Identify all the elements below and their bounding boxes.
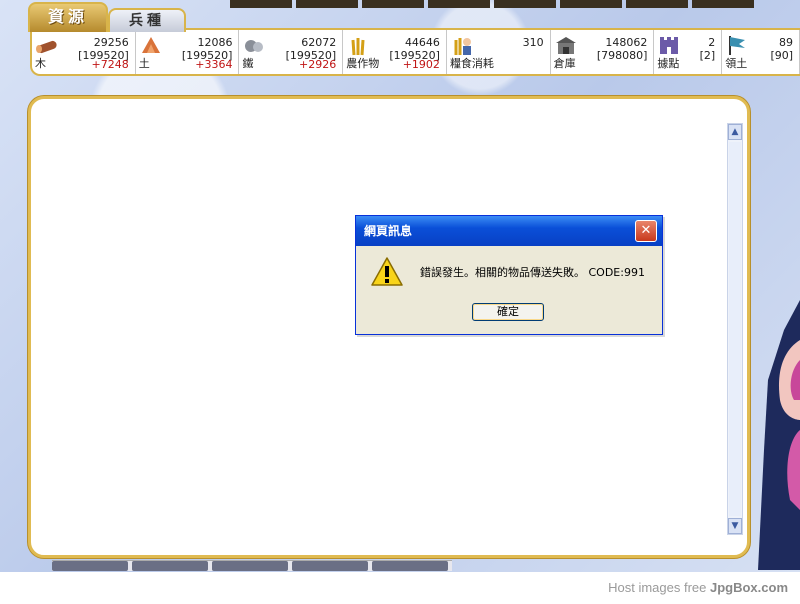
nav-item[interactable] <box>230 0 292 8</box>
resource-4: 糧食消耗 310 <box>447 30 551 74</box>
stronghold-icon <box>657 34 681 56</box>
nav-item[interactable] <box>428 0 490 8</box>
scroll-down-icon[interactable]: ▼ <box>728 518 742 534</box>
iron-icon <box>242 34 266 56</box>
resource-6: 據點 2 [2] <box>654 30 723 74</box>
warning-icon <box>371 257 403 286</box>
resource-name: 土 <box>138 57 150 70</box>
territory-flag-icon <box>725 34 749 56</box>
host-credit[interactable]: Host images free JpgBox.com <box>608 580 788 595</box>
dialog-title: 網頁訊息 <box>356 216 662 246</box>
resource-rate: +1902 <box>402 58 440 71</box>
wood-icon <box>35 34 59 56</box>
resource-amount: 12086 <box>197 36 233 49</box>
bottom-tab[interactable] <box>132 561 208 571</box>
nav-item[interactable] <box>692 0 754 8</box>
resource-amount: 44646 <box>404 36 440 49</box>
nav-item[interactable] <box>494 0 556 8</box>
resource-amount: 89 <box>779 36 794 49</box>
resource-name: 據點 <box>657 57 680 70</box>
tab-troops[interactable]: 兵種 <box>108 8 186 32</box>
tab-resources[interactable]: 資源 <box>28 2 108 32</box>
resource-name: 領土 <box>725 57 748 70</box>
grain-consumption-icon <box>450 34 474 56</box>
resource-0: 木 29256 [199520] +7248 <box>32 30 136 74</box>
scroll-thumb[interactable] <box>729 142 741 516</box>
bottom-tab[interactable] <box>212 561 288 571</box>
resource-3: 農作物 44646 [199520] +1902 <box>343 30 447 74</box>
warehouse-icon <box>554 34 578 56</box>
message-dialog: 網頁訊息 ✕ 錯誤發生。相關的物品傳送失敗。 CODE:991 確定 <box>355 215 663 335</box>
footer: Host images free JpgBox.com <box>0 572 800 604</box>
crop-icon <box>346 34 370 56</box>
resource-2: 鐵 62072 [199520] +2926 <box>239 30 344 74</box>
resource-rate: +2926 <box>298 58 337 71</box>
bottom-tab[interactable] <box>372 561 448 571</box>
resource-amount: 2 <box>708 36 716 49</box>
top-navigation <box>230 0 800 8</box>
resource-capacity: [90] <box>770 49 794 62</box>
resource-name: 農作物 <box>346 57 380 70</box>
resource-name: 糧食消耗 <box>449 57 494 70</box>
earth-icon <box>139 34 163 56</box>
resource-rate: +3364 <box>195 58 233 71</box>
bottom-tab[interactable] <box>292 561 368 571</box>
character-artwork <box>754 300 800 570</box>
nav-item[interactable] <box>560 0 622 8</box>
resource-amount: 29256 <box>93 36 129 49</box>
close-icon[interactable]: ✕ <box>635 220 657 242</box>
resource-1: 土 12086 [199520] +3364 <box>136 30 240 74</box>
resource-name: 倉庫 <box>553 57 576 70</box>
credit-prefix: Host images free <box>608 580 710 595</box>
resource-5: 倉庫 148062 [798080] <box>551 30 655 74</box>
resource-7: 領土 89 [90] <box>722 30 800 74</box>
resource-amount: 148062 <box>605 36 648 49</box>
scroll-up-icon[interactable]: ▲ <box>728 124 742 140</box>
bottom-tab-strip <box>52 560 452 571</box>
nav-item[interactable] <box>362 0 424 8</box>
bottom-tab[interactable] <box>52 561 128 571</box>
nav-item[interactable] <box>626 0 688 8</box>
resource-name: 木 <box>35 57 46 70</box>
resource-capacity: [798080] <box>596 49 648 62</box>
resource-capacity: [2] <box>699 49 716 62</box>
credit-brand: JpgBox.com <box>709 580 788 595</box>
dialog-message: 錯誤發生。相關的物品傳送失敗。 CODE:991 <box>420 266 645 279</box>
nav-item[interactable] <box>296 0 358 8</box>
resource-bar: 木 29256 [199520] +7248 土 12086 [199520] +3364 鐵 6… <box>30 28 800 76</box>
ok-button[interactable]: 確定 <box>472 303 544 321</box>
resource-amount: 62072 <box>301 36 337 49</box>
resource-name: 鐵 <box>242 57 254 70</box>
vertical-scrollbar[interactable]: ▲ ▼ <box>727 123 743 535</box>
resource-rate: +7248 <box>91 58 129 71</box>
resource-amount: 310 <box>522 36 544 49</box>
